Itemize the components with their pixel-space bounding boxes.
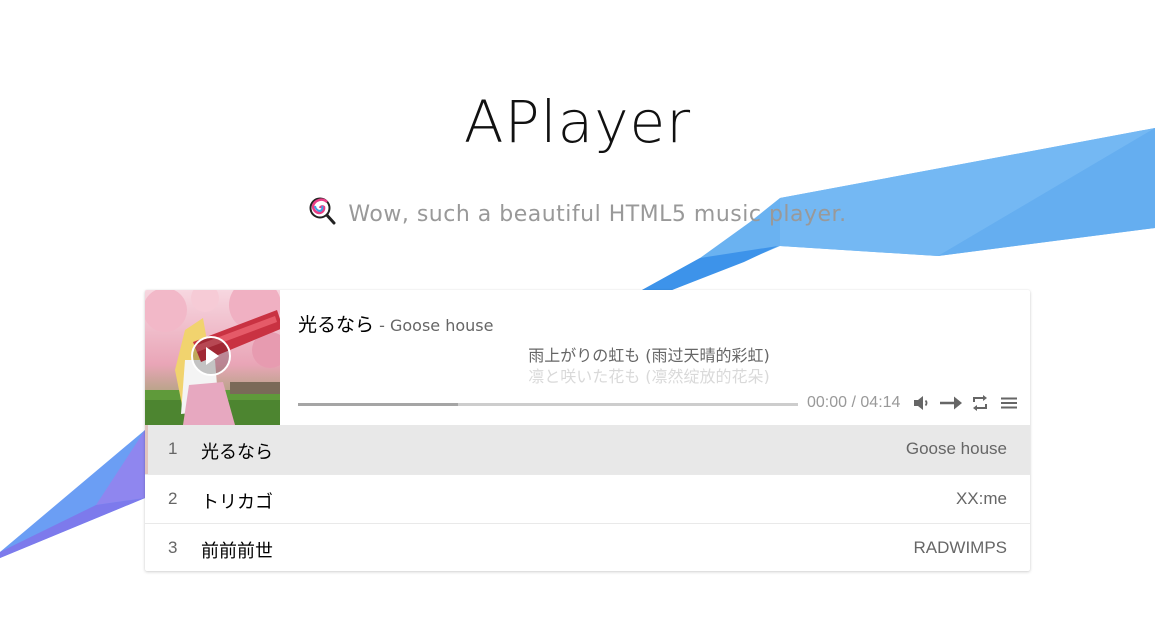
page-subtitle: Wow, such a beautiful HTML5 music player… <box>0 197 1155 231</box>
loop-icon[interactable] <box>970 393 990 417</box>
playlist-item-index: 1 <box>168 439 178 458</box>
now-playing: 光るなら - Goose house <box>298 310 493 337</box>
playlist-item-author: XX:me <box>955 489 1007 508</box>
playlist-item-author: RADWIMPS <box>913 538 1008 557</box>
playlist-item-title: トリカゴ <box>201 492 273 512</box>
order-icon[interactable] <box>939 393 963 417</box>
subtitle-text: Wow, such a beautiful HTML5 music player… <box>348 202 847 227</box>
now-playing-author: Goose house <box>389 316 494 335</box>
playlist-item-title: 光るなら <box>201 442 273 462</box>
lyric-next: 凛と咲いた花も (凛然绽放的花朵) <box>528 367 770 384</box>
player-info: 光るなら - Goose house 雨上がりの虹も (雨过天晴的彩虹) 凛と咲… <box>298 290 1030 425</box>
progress-bar[interactable] <box>298 403 798 406</box>
album-cover[interactable] <box>145 290 280 425</box>
play-button[interactable] <box>191 336 231 376</box>
playlist-item[interactable]: 3 前前前世 RADWIMPS <box>145 523 1030 571</box>
aplayer: 光るなら - Goose house 雨上がりの虹も (雨过天晴的彩虹) 凛と咲… <box>145 290 1030 571</box>
controls: 00:00 / 04:14 <box>298 390 1030 416</box>
lollipop-icon <box>308 197 338 231</box>
playlist-item-index: 3 <box>168 538 178 557</box>
volume-icon[interactable] <box>912 393 932 417</box>
page-title: APlayer <box>463 88 692 156</box>
time-current: 00:00 <box>807 394 848 411</box>
play-icon <box>206 347 219 365</box>
playlist: 1 光るなら Goose house 2 トリカゴ XX:me 3 前前前世 R… <box>145 425 1030 571</box>
time-display: 00:00 / 04:14 <box>807 394 900 412</box>
now-playing-separator: - <box>374 316 390 335</box>
playlist-item-author: Goose house <box>905 439 1007 458</box>
time-total: 04:14 <box>860 394 901 411</box>
playlist-item[interactable]: 2 トリカゴ XX:me <box>145 474 1030 523</box>
time-separator: / <box>847 394 861 411</box>
progress-played <box>298 403 458 406</box>
lyrics-panel: 雨上がりの虹も (雨过天晴的彩虹) 凛と咲いた花も (凛然绽放的花朵) <box>298 344 1000 384</box>
menu-icon[interactable] <box>999 393 1019 417</box>
playlist-item[interactable]: 1 光るなら Goose house <box>145 425 1030 474</box>
playlist-item-index: 2 <box>168 489 178 508</box>
now-playing-title: 光るなら <box>298 314 375 336</box>
playlist-item-title: 前前前世 <box>201 541 273 561</box>
